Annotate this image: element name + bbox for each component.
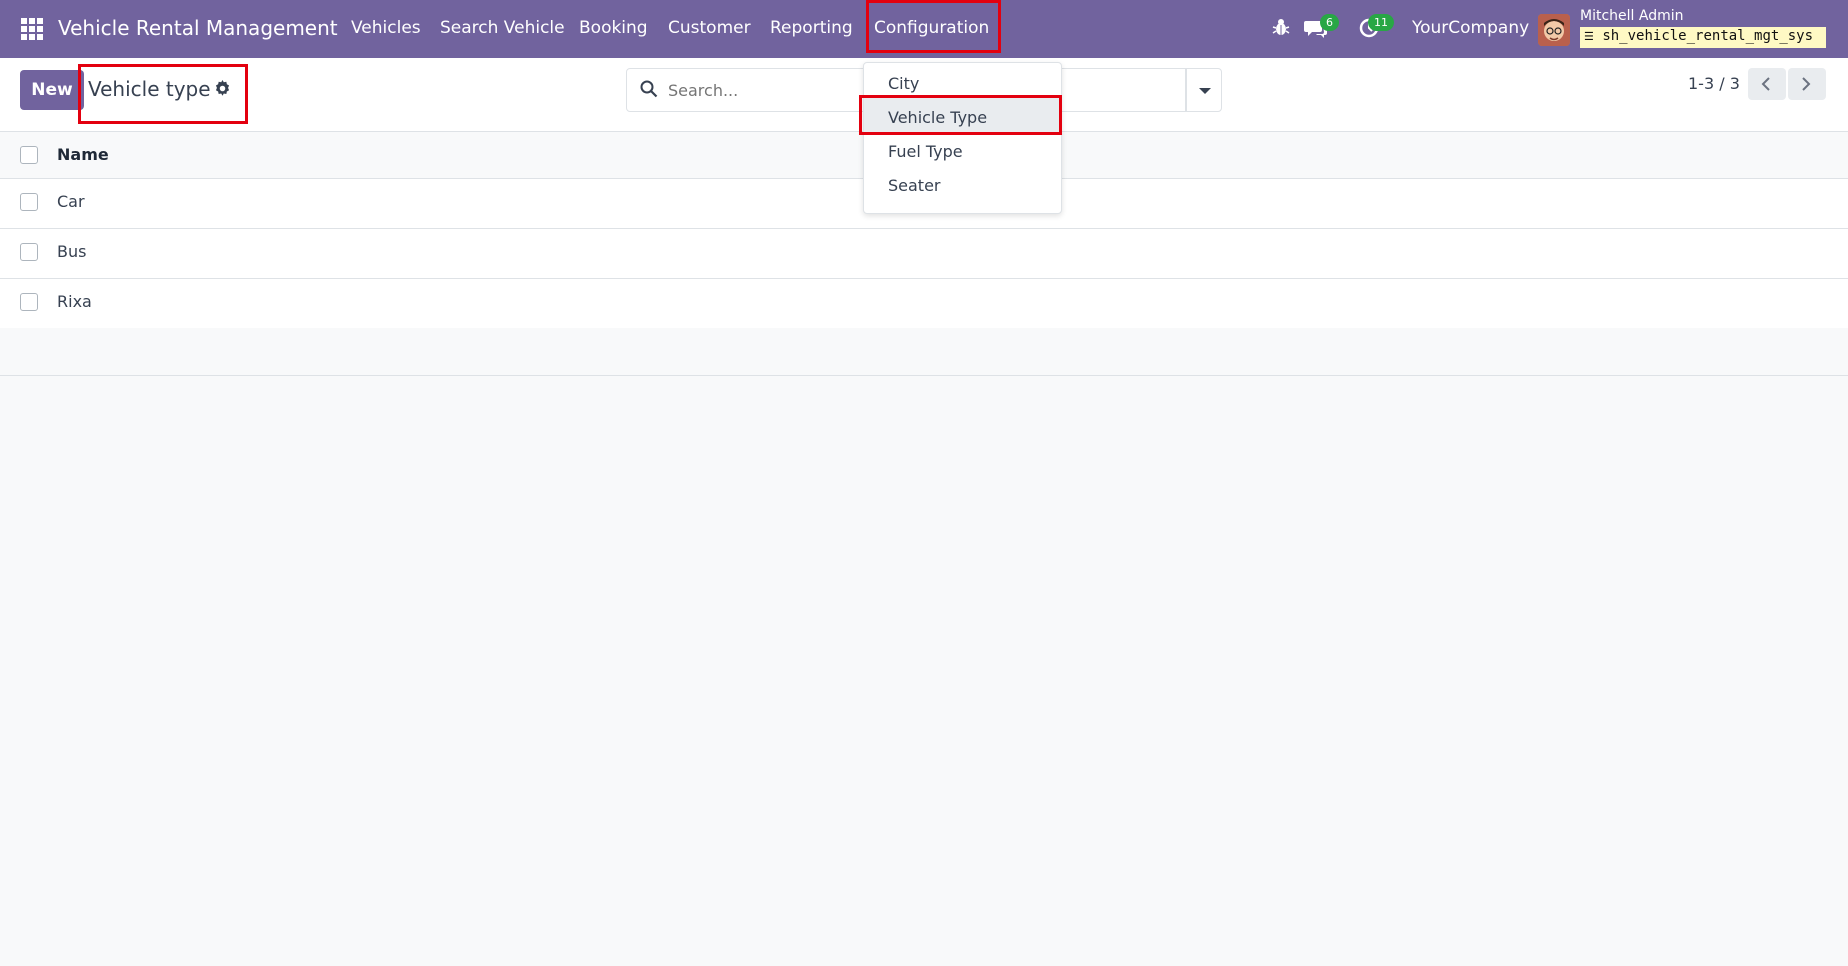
database-name: ☰ sh_vehicle_rental_mgt_sys xyxy=(1580,27,1826,48)
select-all-checkbox[interactable] xyxy=(20,146,38,164)
database-icon: ☰ xyxy=(1584,30,1594,43)
pager-value[interactable]: 1-3 / 3 xyxy=(1688,74,1740,93)
apps-menu-icon[interactable] xyxy=(21,18,43,40)
column-header-name[interactable]: Name xyxy=(57,145,109,164)
table-row[interactable] xyxy=(0,279,1848,329)
chevron-left-icon xyxy=(1761,77,1770,91)
user-name[interactable]: Mitchell Admin xyxy=(1580,8,1684,24)
database-label: sh_vehicle_rental_mgt_sys xyxy=(1602,28,1814,44)
dropdown-item-fuel-type[interactable]: Fuel Type xyxy=(888,142,963,161)
dropdown-item-seater[interactable]: Seater xyxy=(888,176,941,195)
vehicle-type-highlight-box xyxy=(859,95,1062,135)
company-switcher[interactable]: YourCompany xyxy=(1412,18,1529,38)
page-title: Vehicle type xyxy=(88,77,211,101)
gear-icon[interactable] xyxy=(214,80,231,97)
menu-search-vehicle[interactable]: Search Vehicle xyxy=(440,18,565,38)
chevron-right-icon xyxy=(1802,77,1811,91)
search-options-toggle[interactable] xyxy=(1186,68,1222,112)
row-checkbox[interactable] xyxy=(20,193,38,211)
menu-reporting[interactable]: Reporting xyxy=(770,18,853,38)
row-name-rixa[interactable]: Rixa xyxy=(57,292,92,311)
menu-customer[interactable]: Customer xyxy=(668,18,751,38)
pager-previous-button[interactable] xyxy=(1748,68,1786,100)
activities-badge: 11 xyxy=(1368,14,1394,31)
new-button[interactable]: New xyxy=(20,70,84,110)
row-name-car[interactable]: Car xyxy=(57,192,85,211)
bug-icon[interactable] xyxy=(1272,17,1290,37)
messages-badge: 6 xyxy=(1320,14,1339,31)
search-icon xyxy=(640,80,658,98)
search-input[interactable] xyxy=(668,76,828,104)
configuration-highlight-box xyxy=(866,0,1001,53)
table-row[interactable] xyxy=(0,229,1848,279)
list-footer xyxy=(0,328,1848,376)
dropdown-item-city[interactable]: City xyxy=(888,74,919,93)
row-checkbox[interactable] xyxy=(20,243,38,261)
menu-booking[interactable]: Booking xyxy=(579,18,648,38)
user-avatar[interactable] xyxy=(1538,14,1570,46)
row-name-bus[interactable]: Bus xyxy=(57,242,86,261)
app-title[interactable]: Vehicle Rental Management xyxy=(58,16,338,40)
row-checkbox[interactable] xyxy=(20,293,38,311)
menu-vehicles[interactable]: Vehicles xyxy=(351,18,421,38)
pager-next-button[interactable] xyxy=(1788,68,1826,100)
